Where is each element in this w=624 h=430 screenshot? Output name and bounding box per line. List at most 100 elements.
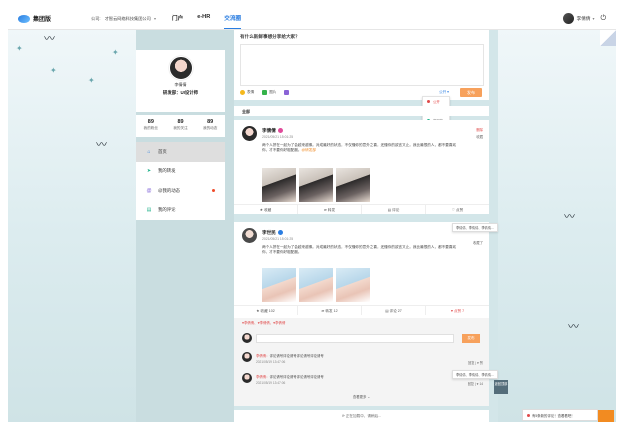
emoji-button[interactable]: 表情 bbox=[240, 90, 254, 95]
likers-list[interactable]: ♥李倩倩、♥李倩倩、♥李倩倩 bbox=[242, 320, 285, 325]
globe-icon bbox=[427, 100, 430, 104]
tool-label: 图片 bbox=[269, 90, 277, 94]
top-navigation-bar: 集团版 公司: 才智云网络科技集团公司 ▾ 门户 e-HR 交流圈 李倩倩 ▾ … bbox=[8, 8, 616, 30]
favorite-label[interactable]: 收藏 bbox=[476, 134, 483, 139]
menu-item-label: 我的转发 bbox=[158, 168, 176, 174]
home-icon: ⌂ bbox=[147, 148, 151, 155]
comment-text: 评论请号评论请号评论请号评论请号 bbox=[269, 354, 324, 358]
alert-dot-icon bbox=[527, 414, 530, 417]
action-label: 转发 12 bbox=[325, 309, 338, 313]
action-label: 收藏 bbox=[264, 208, 272, 212]
post-actions: ★ 收藏 102 ➦ 转发 12 ▤ 评论 27 ♥ 点赞 7 bbox=[234, 305, 489, 315]
stat-posts[interactable]: 89 我的动态 bbox=[195, 115, 225, 137]
avatar[interactable] bbox=[242, 228, 257, 243]
page-curl-corner[interactable] bbox=[600, 30, 616, 46]
like-button[interactable]: ♡ 点赞 bbox=[426, 205, 489, 214]
nav-ehr[interactable]: e-HR bbox=[197, 8, 210, 29]
delete-button[interactable]: 删除 bbox=[476, 128, 483, 133]
post-image[interactable] bbox=[262, 268, 296, 302]
bird-decoration-icon: 〰 bbox=[564, 211, 575, 223]
comment-time: 2021/05/19 13:47:06 bbox=[256, 381, 286, 385]
company-selector[interactable]: 公司: 才智云网络科技集团公司 ▾ bbox=[91, 16, 156, 22]
stat-following[interactable]: 89 我的关注 bbox=[166, 115, 196, 137]
comment-button[interactable]: ▤ 评论 27 bbox=[362, 306, 426, 315]
forward-button[interactable]: ➦ 转发 12 bbox=[298, 306, 362, 315]
comment-actions[interactable]: 回复 | ♥ 赞 bbox=[468, 360, 483, 365]
user-menu[interactable]: 李倩倩 ▾ ⏻ bbox=[562, 13, 606, 24]
liker-tooltip: 李倩倩、李倩倩、李倩倩... bbox=[452, 370, 498, 379]
composer-tools: 表情 图片 bbox=[240, 90, 299, 95]
post-image[interactable] bbox=[299, 268, 333, 302]
comment-item: 李倩倩：评论请号评论请号评论请号评论请号 bbox=[256, 353, 324, 358]
post-images bbox=[262, 268, 373, 302]
post-tag[interactable]: @研发部 bbox=[302, 148, 316, 152]
menu-item-mentions[interactable]: @ @我的动态 bbox=[136, 181, 225, 201]
notification-toast[interactable]: 有5条新的评论！查看看吧！ bbox=[522, 409, 598, 421]
post-author[interactable]: 李世民 bbox=[262, 230, 283, 236]
profile-card: 李倩倩 研发部：UI设计师 bbox=[136, 50, 225, 112]
post-body: 两个人拼在一起为了会越来越像。对成最好的状态，不仅懂你的意外之喜，还懂你的欲言又… bbox=[262, 245, 462, 255]
post-textarea[interactable] bbox=[240, 44, 484, 86]
comment-input[interactable] bbox=[256, 334, 454, 343]
chevron-down-icon: ▾ bbox=[592, 16, 595, 21]
menu-item-shares[interactable]: ➤ 我的转发 bbox=[136, 162, 225, 182]
comment-button[interactable]: ▤ 评论 bbox=[362, 205, 426, 214]
comment-icon: ▤ bbox=[146, 207, 152, 214]
back-to-top-button[interactable]: 返回顶部 bbox=[494, 380, 508, 394]
logo[interactable]: 集团版 bbox=[18, 14, 51, 23]
post-time: 2021/05/21 15:01:25 bbox=[262, 135, 294, 139]
nav-portal[interactable]: 门户 bbox=[172, 8, 183, 29]
post-author[interactable]: 李倩倩 bbox=[262, 128, 283, 134]
leaf-decoration-icon: ✦ bbox=[88, 76, 95, 85]
leaf-decoration-icon: ✦ bbox=[16, 44, 23, 53]
power-icon[interactable]: ⏻ bbox=[600, 15, 606, 23]
avatar bbox=[242, 333, 252, 343]
post-image[interactable] bbox=[336, 168, 370, 202]
post-image[interactable] bbox=[299, 168, 333, 202]
mail-icon[interactable] bbox=[598, 410, 614, 422]
post-text: 两个人拼在一起为了会越来越像。对成最好的状态，不仅懂你的意外之喜，还懂你的欲言又… bbox=[262, 143, 457, 153]
verified-icon bbox=[277, 230, 283, 236]
topic-button[interactable] bbox=[284, 90, 291, 95]
leaf-decoration-icon: ✦ bbox=[112, 48, 119, 57]
post-card: 李倩倩 2021/05/21 15:01:25 删除 收藏 两个人拼在一起为了会… bbox=[234, 120, 489, 214]
comment-author[interactable]: 李倩倩： bbox=[256, 375, 270, 379]
profile-avatar[interactable] bbox=[168, 56, 193, 80]
avatar[interactable] bbox=[242, 352, 252, 362]
favorite-button[interactable]: ★ 收藏 102 bbox=[234, 306, 298, 315]
visibility-value: 公开 bbox=[439, 90, 447, 94]
image-button[interactable]: 图片 bbox=[262, 90, 276, 95]
stat-fans[interactable]: 89 我的粉丝 bbox=[136, 115, 166, 137]
comment-item: 李倩倩：评论请号评论请号评论请号评论请号 bbox=[256, 374, 324, 379]
stat-value: 89 bbox=[147, 119, 154, 125]
stat-value: 89 bbox=[177, 119, 184, 125]
stat-label: 我的动态 bbox=[202, 126, 218, 130]
post-time: 2021/05/21 15:01:25 bbox=[262, 237, 294, 241]
comment-author[interactable]: 李倩倩： bbox=[256, 354, 270, 358]
post-image[interactable] bbox=[262, 168, 296, 202]
favorite-button[interactable]: ★ 收藏 bbox=[234, 205, 298, 214]
publish-button[interactable]: 发布 bbox=[460, 88, 482, 97]
comment-send-button[interactable]: 发布 bbox=[462, 334, 480, 343]
menu-item-home[interactable]: ⌂ 首页 bbox=[136, 142, 225, 162]
company-label: 公司: bbox=[91, 15, 101, 21]
chevron-down-icon: ▾ bbox=[153, 15, 156, 21]
avatar[interactable] bbox=[242, 126, 257, 141]
comment-actions[interactable]: 回复 | ♥ 14 bbox=[468, 381, 483, 386]
visibility-select[interactable]: 公开 ▾ bbox=[439, 90, 449, 95]
option-label: 公开 bbox=[433, 100, 440, 105]
nav-community[interactable]: 交流圈 bbox=[224, 8, 242, 29]
feed-tab-all[interactable]: 全部 bbox=[234, 106, 489, 116]
stat-value: 89 bbox=[207, 119, 214, 125]
post-images bbox=[262, 168, 373, 202]
favorited-label[interactable]: 收藏了 bbox=[473, 240, 483, 245]
forward-button[interactable]: ➦ 转发 bbox=[298, 205, 362, 214]
at-icon: @ bbox=[146, 187, 152, 194]
avatar[interactable] bbox=[242, 373, 252, 383]
image-icon bbox=[262, 90, 268, 95]
menu-item-comments[interactable]: ▤ 我的评论 bbox=[136, 201, 225, 221]
post-image[interactable] bbox=[336, 268, 370, 302]
like-button[interactable]: ♥ 点赞 7 bbox=[426, 306, 489, 315]
view-more-comments[interactable]: 查看更多 ⌄ bbox=[234, 394, 489, 399]
composer-title: 有什么新鲜事想分享给大家？ bbox=[240, 34, 300, 39]
